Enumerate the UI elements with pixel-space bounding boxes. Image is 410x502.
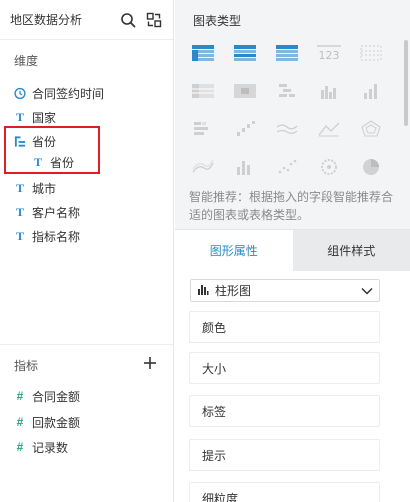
dimension-section-label: 维度 — [14, 54, 39, 68]
bar-chart-horizontal-icon[interactable] — [189, 118, 217, 140]
tab-graph-properties[interactable]: 图形属性 — [175, 230, 293, 271]
chart-type-value: 柱形图 — [215, 284, 252, 298]
clock-icon — [14, 87, 26, 100]
search-icon[interactable] — [119, 11, 137, 29]
chart-type-title: 图表类型 — [193, 14, 242, 28]
pivot-table-icon[interactable] — [189, 80, 217, 102]
column-chart-icon[interactable] — [315, 80, 343, 102]
line-area-icon[interactable] — [189, 156, 217, 178]
svg-text:123: 123 — [319, 49, 340, 62]
cross-table-icon[interactable] — [357, 42, 385, 64]
smart-recommend-tip: 智能推荐：根据拖入的字段智能推荐合适的图表或表格类型。 — [189, 190, 394, 222]
graph-properties-panel: 柱形图 颜色 大小 标签 提示 细粒度 — [175, 271, 410, 502]
dimension-field-customer[interactable]: T 客户名称 — [14, 202, 80, 222]
chart-type-select[interactable]: 柱形图 — [190, 279, 380, 302]
dataset-header: 地区数据分析 — [0, 0, 173, 40]
grouped-table-icon[interactable] — [231, 42, 259, 64]
property-label[interactable]: 标签 — [189, 395, 380, 427]
area-chart-icon[interactable] — [315, 118, 343, 140]
field-label: 合同金额 — [32, 389, 81, 404]
dimension-field-country[interactable]: T 国家 — [14, 107, 56, 127]
text-type-icon: T — [15, 109, 24, 124]
metric-field-record-count[interactable]: # 记录数 — [14, 437, 68, 457]
table-chart-icon[interactable] — [189, 42, 217, 64]
number-calc-icon: # — [16, 440, 24, 454]
property-size[interactable]: 大小 — [189, 352, 380, 384]
chart-config-panel: 图表类型 123 智能推荐：根据拖入的字段智能推荐合适的图表或表格类型。 图形属… — [175, 0, 410, 502]
bar-chart-icon — [197, 284, 209, 298]
detail-table-icon[interactable] — [273, 42, 301, 64]
section-divider — [0, 344, 174, 345]
property-color[interactable]: 颜色 — [189, 311, 380, 343]
dataset-title: 地区数据分析 — [10, 13, 83, 27]
scrollbar[interactable] — [404, 40, 408, 126]
gauge-chart-icon[interactable] — [315, 156, 343, 178]
combo-chart-icon[interactable] — [231, 156, 259, 178]
field-label: 合同签约时间 — [32, 86, 105, 101]
waterfall-icon[interactable] — [231, 118, 259, 140]
property-granularity[interactable]: 细粒度 — [189, 482, 380, 502]
pie-chart-icon[interactable] — [357, 156, 385, 178]
field-label: 客户名称 — [32, 205, 81, 220]
heatmap-table-icon[interactable] — [231, 80, 259, 102]
property-tabs: 图形属性 组件样式 — [175, 229, 410, 271]
number-type-icon: # — [16, 389, 24, 403]
radar-chart-icon[interactable] — [357, 118, 385, 140]
field-label: 国家 — [32, 110, 57, 125]
scatter-chart-icon[interactable] — [273, 156, 301, 178]
field-label: 回款金额 — [32, 415, 81, 430]
field-label: 指标名称 — [32, 229, 81, 244]
chevron-down-icon — [361, 284, 373, 298]
metric-section-label: 指标 — [14, 359, 39, 373]
field-panel: 地区数据分析 维度 合同签约时间 T 国家 省份 T 省份 T 城市 T 客户名… — [0, 0, 174, 502]
tab-component-style[interactable]: 组件样式 — [292, 230, 410, 271]
property-tooltip[interactable]: 提示 — [189, 439, 380, 471]
switch-dataset-icon[interactable] — [145, 11, 163, 29]
text-type-icon: T — [15, 204, 24, 219]
field-label: 城市 — [32, 181, 57, 196]
highlight-box — [4, 126, 100, 174]
metric-field-payment-amount[interactable]: # 回款金额 — [14, 412, 80, 432]
text-type-icon: T — [15, 228, 24, 243]
text-type-icon: T — [15, 180, 24, 195]
dimension-field-contract-time[interactable]: 合同签约时间 — [14, 83, 104, 103]
line-chart-icon[interactable] — [273, 118, 301, 140]
dimension-field-indicator[interactable]: T 指标名称 — [14, 226, 80, 246]
add-metric-icon[interactable] — [143, 356, 157, 370]
number-type-icon: # — [16, 415, 24, 429]
dimension-field-city[interactable]: T 城市 — [14, 178, 56, 198]
tree-table-icon[interactable] — [273, 80, 301, 102]
metric-field-contract-amount[interactable]: # 合同金额 — [14, 386, 80, 406]
field-label: 记录数 — [32, 440, 69, 455]
kpi-number-icon[interactable]: 123 — [315, 42, 343, 64]
stacked-column-icon[interactable] — [357, 80, 385, 102]
